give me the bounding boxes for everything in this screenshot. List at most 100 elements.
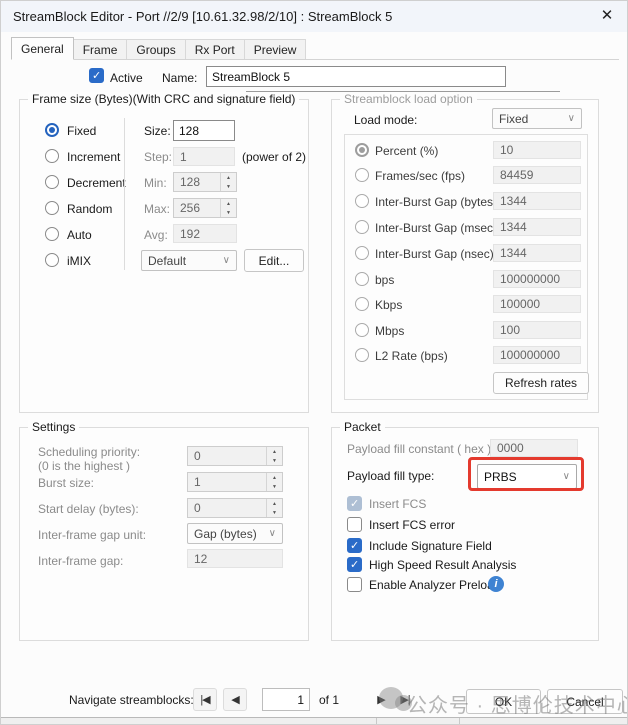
radio-fixed-label: Fixed: [67, 124, 96, 138]
spin-buttons: ▲▼: [266, 473, 282, 491]
radio-auto-label: Auto: [67, 228, 92, 242]
insert-fcs-label: Insert FCS: [369, 497, 426, 511]
imix-preset-value: Default: [148, 254, 186, 268]
edit-button[interactable]: Edit...: [244, 249, 304, 272]
nav-next-icon: ▶: [377, 693, 384, 706]
load-rates-box: Percent (%) 10 Frames/sec (fps) 84459 In…: [344, 134, 588, 400]
avg-label: Avg:: [144, 228, 168, 242]
analyzer-preload-checkbox[interactable]: [347, 577, 362, 592]
tab-groups[interactable]: Groups: [127, 39, 185, 60]
radio-bps: [355, 272, 369, 286]
insert-fcs-checkbox: [347, 496, 362, 511]
step-label: Step:: [144, 150, 172, 164]
radio-increment-label: Increment: [67, 150, 120, 164]
radio-kbps-label: Kbps: [375, 298, 402, 312]
bps-field: 100000000: [493, 270, 581, 288]
spin-up-icon: ▲: [267, 473, 282, 482]
radio-random-label: Random: [67, 202, 112, 216]
insert-fcs-error-label: Insert FCS error: [369, 518, 455, 532]
radio-mbps: [355, 323, 369, 337]
radio-bps-label: bps: [375, 273, 394, 287]
radio-fixed[interactable]: [45, 123, 59, 137]
min-spin-buttons: ▲▼: [220, 173, 236, 191]
radio-percent-label: Percent (%): [375, 144, 438, 158]
load-mode-value: Fixed: [499, 112, 528, 126]
radio-decrement-label: Decrement: [67, 176, 126, 190]
ifg-unit-value: Gap (bytes): [194, 527, 257, 541]
high-speed-result-label: High Speed Result Analysis: [369, 558, 516, 572]
bottom-edge-tick: [459, 718, 460, 725]
cancel-button[interactable]: Cancel: [547, 689, 623, 714]
burst-size-value: 1: [188, 473, 266, 491]
include-signature-checkbox[interactable]: [347, 538, 362, 553]
radio-ibg-bytes: [355, 194, 369, 208]
size-input[interactable]: [173, 120, 235, 141]
start-delay-spinner: 0 ▲▼: [187, 498, 283, 518]
high-speed-result-checkbox[interactable]: [347, 557, 362, 572]
radio-l2-rate-label: L2 Rate (bps): [375, 349, 448, 363]
tab-page-border: [11, 59, 619, 60]
ok-button[interactable]: OK: [466, 689, 541, 714]
spin-up-icon: ▲: [267, 447, 282, 456]
fill-constant-field: 0000: [490, 439, 578, 457]
spin-down-icon: ▼: [221, 208, 236, 217]
radio-kbps: [355, 297, 369, 311]
tab-general[interactable]: General: [11, 37, 74, 60]
include-signature-label: Include Signature Field: [369, 539, 492, 553]
min-spinner: 128 ▲▼: [173, 172, 237, 192]
radio-imix[interactable]: [45, 253, 59, 267]
name-input[interactable]: [206, 66, 506, 87]
spin-buttons: ▲▼: [266, 499, 282, 517]
close-icon[interactable]: ✕: [597, 6, 617, 26]
active-checkbox[interactable]: [89, 68, 104, 83]
nav-of-label: of 1: [319, 693, 339, 707]
nav-first-button[interactable]: |◀: [193, 688, 217, 711]
name-label: Name:: [162, 71, 197, 85]
info-icon[interactable]: i: [488, 576, 504, 592]
ifg-field: 12: [187, 549, 283, 568]
radio-auto[interactable]: [45, 227, 59, 241]
nav-last-button[interactable]: ▶|: [393, 688, 417, 711]
start-delay-label: Start delay (bytes):: [38, 502, 139, 516]
radio-ibg-msec: [355, 220, 369, 234]
streamblock-editor-dialog: StreamBlock Editor - Port //2/9 [10.61.3…: [0, 0, 628, 725]
active-label: Active: [110, 71, 143, 85]
imix-preset-dropdown: Default ∨: [141, 250, 237, 271]
radio-random[interactable]: [45, 201, 59, 215]
radio-ibg-bytes-label: Inter-Burst Gap (bytes): [375, 195, 497, 209]
radio-decrement[interactable]: [45, 175, 59, 189]
tab-preview[interactable]: Preview: [245, 39, 307, 60]
insert-fcs-error-checkbox[interactable]: [347, 517, 362, 532]
size-label: Size:: [144, 124, 171, 138]
tab-frame[interactable]: Frame: [74, 39, 128, 60]
avg-field: 192: [173, 224, 237, 243]
radio-percent: [355, 143, 369, 157]
burst-size-label: Burst size:: [38, 476, 94, 490]
refresh-rates-button[interactable]: Refresh rates: [493, 372, 589, 394]
start-delay-value: 0: [188, 499, 266, 517]
frame-size-title: Frame size (Bytes)(With CRC and signatur…: [28, 92, 299, 106]
spin-up-icon: ▲: [267, 499, 282, 508]
navigate-label: Navigate streamblocks:: [69, 693, 194, 707]
scheduling-priority-sublabel: (0 is the highest ): [38, 459, 130, 473]
bottom-edge-tick: [376, 718, 377, 725]
radio-fps-label: Frames/sec (fps): [375, 169, 465, 183]
radio-increment[interactable]: [45, 149, 59, 163]
ibg-bytes-field: 1344: [493, 192, 581, 210]
min-label: Min:: [144, 176, 167, 190]
load-option-title: Streamblock load option: [340, 92, 477, 106]
tab-rx-port[interactable]: Rx Port: [186, 39, 245, 60]
ifg-unit-dropdown: Gap (bytes) ∨: [187, 523, 283, 544]
scheduling-priority-spinner: 0 ▲▼: [187, 446, 283, 466]
burst-size-spinner: 1 ▲▼: [187, 472, 283, 492]
min-value: 128: [174, 173, 220, 191]
nav-prev-button[interactable]: ◀: [223, 688, 247, 711]
analyzer-preload-label: Enable Analyzer Preload: [369, 578, 500, 592]
max-spinner: 256 ▲▼: [173, 198, 237, 218]
ibg-nsec-field: 1344: [493, 244, 581, 262]
nav-page-input[interactable]: [262, 688, 310, 711]
radio-l2-rate: [355, 348, 369, 362]
nav-next-button[interactable]: ▶: [369, 688, 393, 711]
ifg-unit-label: Inter-frame gap unit:: [38, 528, 146, 542]
bottom-edge: [1, 717, 628, 725]
